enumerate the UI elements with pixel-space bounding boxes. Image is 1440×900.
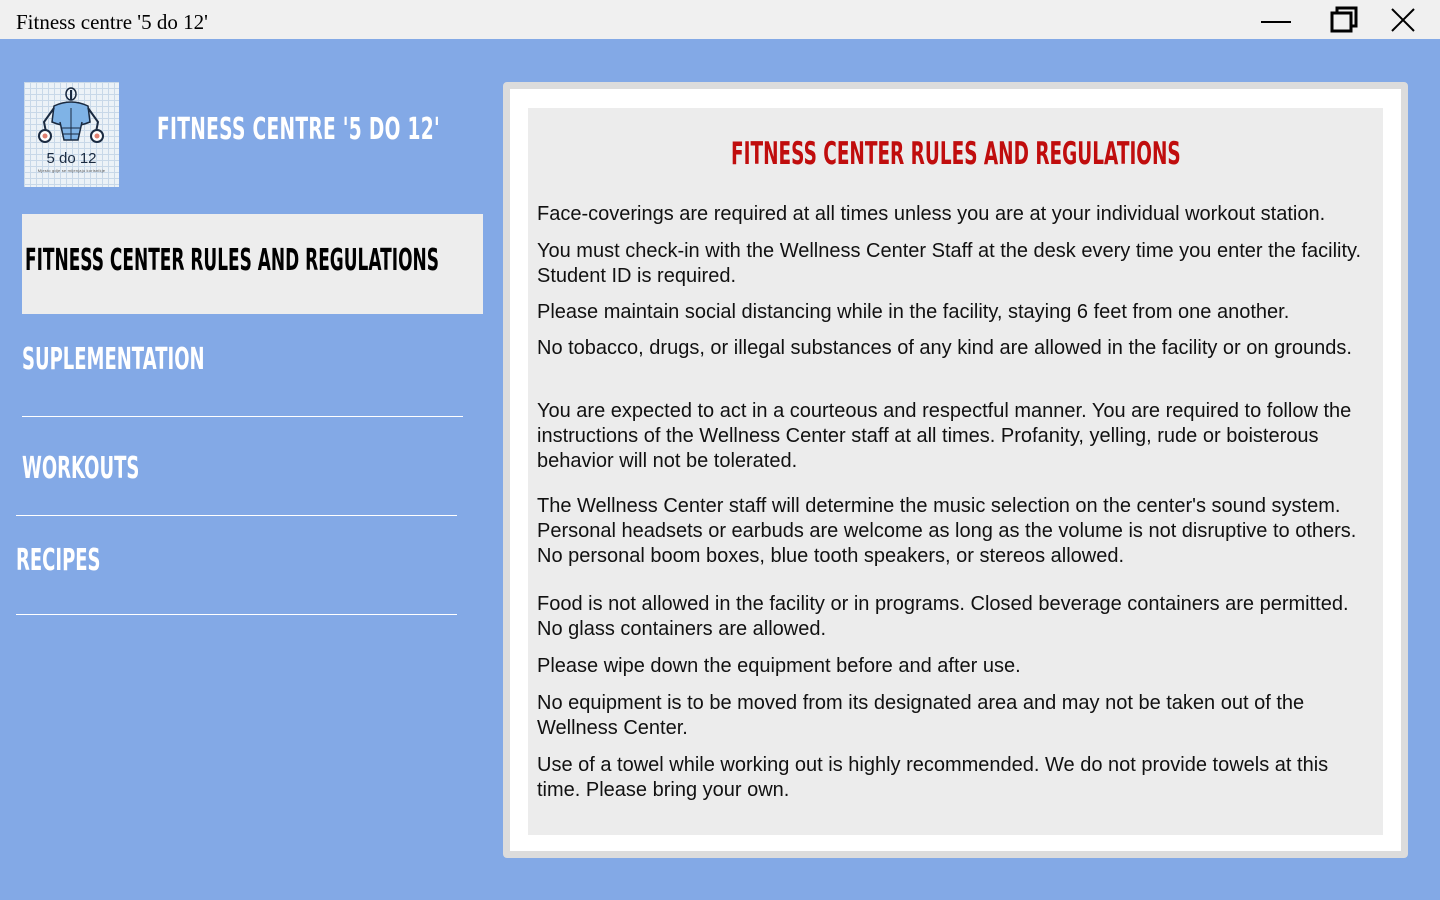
rule-item: You are expected to act in a courteous a… [537, 400, 1352, 472]
muscle-torso-icon [38, 87, 104, 143]
nav-item-label: WORKOUTS [22, 451, 140, 486]
rule-item: Please wipe down the equipment before an… [537, 655, 1021, 677]
restore-icon [1330, 6, 1358, 33]
close-icon [1391, 8, 1415, 32]
window-titlebar: Fitness centre '5 do 12' [0, 0, 1440, 39]
window-title: Fitness centre '5 do 12' [16, 10, 208, 34]
rule-item: No equipment is to be moved from its des… [537, 692, 1305, 739]
rules-panel[interactable]: FITNESS CENTER RULES AND REGULATIONS Fac… [528, 108, 1383, 835]
nav-item-label: FITNESS CENTER RULES AND REGULATIONS [25, 243, 439, 278]
nav-item-workouts[interactable]: WORKOUTS [16, 440, 457, 516]
logo-subtext: Mjesto gdje se mijenjaju korisnikje [37, 168, 106, 173]
restore-button[interactable] [1315, 0, 1375, 39]
rule-item: Please maintain social distancing while … [537, 301, 1290, 323]
rules-heading: FITNESS CENTER RULES AND REGULATIONS [730, 136, 1181, 172]
rule-item: Face-coverings are required at all times… [537, 203, 1326, 225]
rule-item: The Wellness Center staff will determine… [537, 495, 1357, 567]
logo-text: 5 do 12 [46, 150, 97, 167]
rule-item: Use of a towel while working out is high… [537, 754, 1329, 801]
rule-item: Food is not allowed in the facility or i… [537, 593, 1349, 640]
close-button[interactable] [1373, 0, 1433, 39]
nav-item-recipes[interactable]: RECIPES [16, 530, 457, 615]
rule-item: You must check-in with the Wellness Cent… [537, 240, 1362, 287]
app-logo: 5 do 12 Mjesto gdje se mijenjaju korisni… [24, 82, 119, 187]
minimize-button[interactable] [1246, 0, 1306, 39]
minimize-icon [1261, 21, 1291, 23]
app-title: FITNESS CENTRE '5 DO 12' [157, 112, 440, 147]
rule-item: No tobacco, drugs, or illegal substances… [537, 337, 1352, 359]
nav-item-rules[interactable]: FITNESS CENTER RULES AND REGULATIONS [22, 214, 483, 314]
nav-item-label: SUPLEMENTATION [22, 342, 205, 377]
nav-item-suplementation[interactable]: SUPLEMENTATION [22, 330, 463, 417]
nav-item-label: RECIPES [16, 543, 101, 578]
